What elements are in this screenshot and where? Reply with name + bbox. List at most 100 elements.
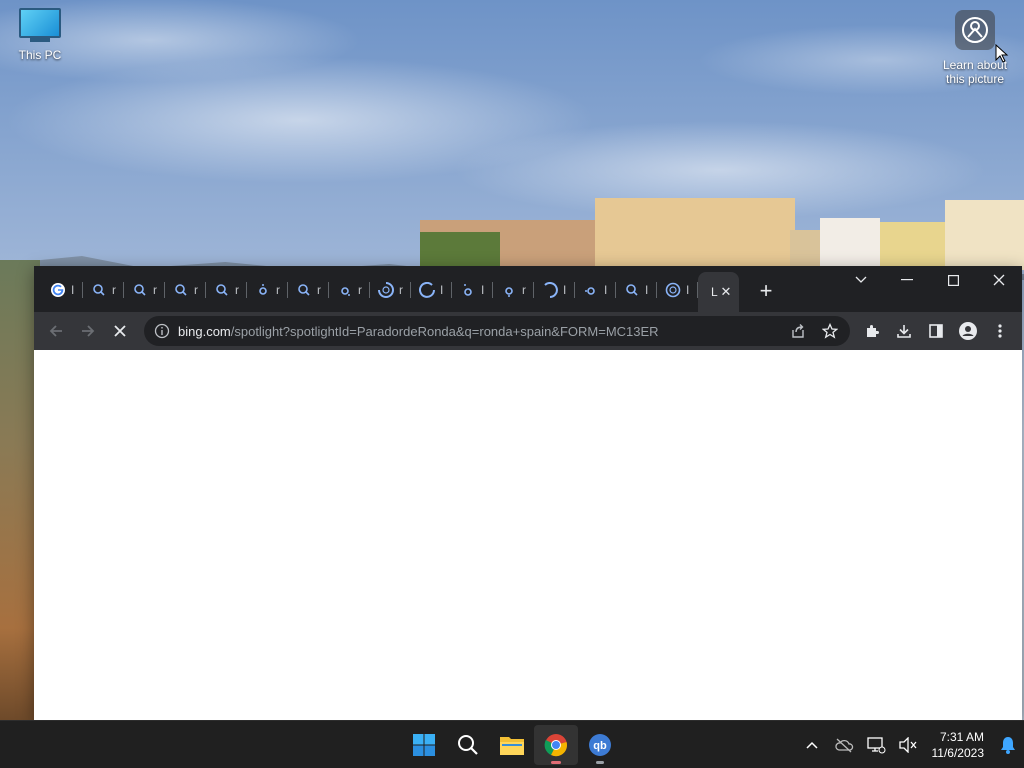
notifications-button[interactable] xyxy=(992,725,1024,765)
tab-strip: I r r r r r r r r I I r I I I I L ✕ + xyxy=(34,266,1022,312)
loading-icon xyxy=(583,282,599,298)
file-explorer-button[interactable] xyxy=(490,725,534,765)
loading-icon xyxy=(460,282,476,298)
search-icon xyxy=(458,735,478,755)
maximize-button[interactable] xyxy=(930,266,976,294)
search-icon xyxy=(173,282,189,298)
url-text[interactable]: bing.com/spotlight?spotlightId=Paradorde… xyxy=(178,324,659,339)
maximize-icon xyxy=(947,274,959,286)
network-icon xyxy=(866,737,885,754)
taskbar: qb 7:31 AM 11/6/2023 xyxy=(0,720,1024,768)
bookmark-button[interactable] xyxy=(814,315,846,347)
tab[interactable]: I xyxy=(452,272,493,308)
mouse-cursor-icon xyxy=(995,44,1009,63)
forward-arrow-icon xyxy=(82,325,95,337)
tab[interactable]: r xyxy=(370,272,411,308)
tab[interactable]: r xyxy=(83,272,124,308)
bell-icon xyxy=(1001,737,1015,754)
close-window-button[interactable] xyxy=(976,266,1022,294)
page-content[interactable] xyxy=(34,350,1022,720)
back-button[interactable] xyxy=(40,315,72,347)
svg-text:qb: qb xyxy=(593,740,607,752)
folder-icon xyxy=(500,737,524,755)
window-controls xyxy=(838,266,1022,294)
clock[interactable]: 7:31 AM 11/6/2023 xyxy=(924,729,993,761)
this-pc-desktop-icon[interactable]: This PC xyxy=(10,8,70,62)
toolbar-actions xyxy=(856,315,1016,347)
search-icon xyxy=(624,282,640,298)
browser-toolbar: bing.com/spotlight?spotlightId=Paradorde… xyxy=(34,312,1022,350)
system-tray: 7:31 AM 11/6/2023 xyxy=(796,721,1024,768)
search-icon xyxy=(296,282,312,298)
side-panel-button[interactable] xyxy=(920,315,952,347)
tab[interactable]: r xyxy=(206,272,247,308)
tab[interactable]: r xyxy=(493,272,534,308)
tab-close-icon[interactable]: ✕ xyxy=(719,285,733,299)
chrome-icon xyxy=(544,734,567,757)
loading-spinner-icon xyxy=(542,282,558,298)
forward-button[interactable] xyxy=(72,315,104,347)
start-button[interactable] xyxy=(402,725,446,765)
puzzle-icon xyxy=(867,325,879,337)
qbittorrent-icon: qb xyxy=(589,734,611,756)
network-button[interactable] xyxy=(860,725,892,765)
volume-button[interactable] xyxy=(892,725,924,765)
minimize-button[interactable] xyxy=(884,266,930,294)
tab[interactable]: r xyxy=(124,272,165,308)
tab[interactable]: I xyxy=(575,272,616,308)
downloads-button[interactable] xyxy=(888,315,920,347)
url-host: bing.com xyxy=(178,323,231,339)
tab[interactable]: I xyxy=(616,272,657,308)
tab[interactable]: r xyxy=(165,272,206,308)
new-tab-button[interactable]: + xyxy=(751,276,781,306)
loading-icon xyxy=(337,282,353,298)
tab-active[interactable]: L ✕ xyxy=(698,272,739,312)
show-hidden-icons-button[interactable] xyxy=(796,725,828,765)
google-icon xyxy=(50,282,66,298)
site-info-icon[interactable] xyxy=(154,323,170,339)
search-icon xyxy=(132,282,148,298)
tab[interactable]: I xyxy=(534,272,575,308)
tab[interactable]: I xyxy=(411,272,452,308)
volume-muted-icon xyxy=(898,737,916,753)
address-bar[interactable]: bing.com/spotlight?spotlightId=Paradorde… xyxy=(144,316,850,346)
taskbar-apps: qb xyxy=(402,725,622,765)
search-icon xyxy=(214,282,230,298)
loading-icon xyxy=(255,282,271,298)
menu-button[interactable] xyxy=(984,315,1016,347)
loading-spinner-icon xyxy=(419,282,435,298)
loading-spinner-icon xyxy=(378,282,394,298)
tab[interactable]: I xyxy=(42,272,83,308)
chevron-down-icon xyxy=(855,276,867,283)
download-icon xyxy=(897,325,911,338)
tab-search-button[interactable] xyxy=(838,266,884,294)
share-icon xyxy=(792,324,804,338)
loading-spinner-icon xyxy=(665,282,681,298)
tab[interactable]: r xyxy=(329,272,370,308)
extensions-button[interactable] xyxy=(856,315,888,347)
tab[interactable]: I xyxy=(657,272,698,308)
url-path: /spotlight?spotlightId=ParadordeRonda&q=… xyxy=(230,323,659,339)
chrome-taskbar-button[interactable] xyxy=(534,725,578,765)
qbittorrent-taskbar-button[interactable]: qb xyxy=(578,725,622,765)
tab[interactable]: r xyxy=(288,272,329,308)
wallpaper-town xyxy=(390,190,1024,270)
profile-button[interactable] xyxy=(952,315,984,347)
tab[interactable]: r xyxy=(247,272,288,308)
taskbar-search-button[interactable] xyxy=(446,725,490,765)
star-icon xyxy=(822,323,838,339)
monitor-icon xyxy=(19,8,61,38)
loading-icon xyxy=(501,282,517,298)
stop-icon xyxy=(114,325,126,337)
windows-logo-icon xyxy=(413,734,435,756)
side-panel-icon xyxy=(929,324,943,338)
stop-loading-button[interactable] xyxy=(104,315,136,347)
onedrive-button[interactable] xyxy=(828,725,860,765)
chrome-window: I r r r r r r r r I I r I I I I L ✕ + bi… xyxy=(34,266,1022,720)
minimize-icon xyxy=(901,279,913,281)
chevron-up-icon xyxy=(805,741,818,749)
this-pc-label: This PC xyxy=(18,48,62,62)
search-icon xyxy=(91,282,107,298)
more-vert-icon xyxy=(998,324,1002,338)
share-button[interactable] xyxy=(782,315,814,347)
